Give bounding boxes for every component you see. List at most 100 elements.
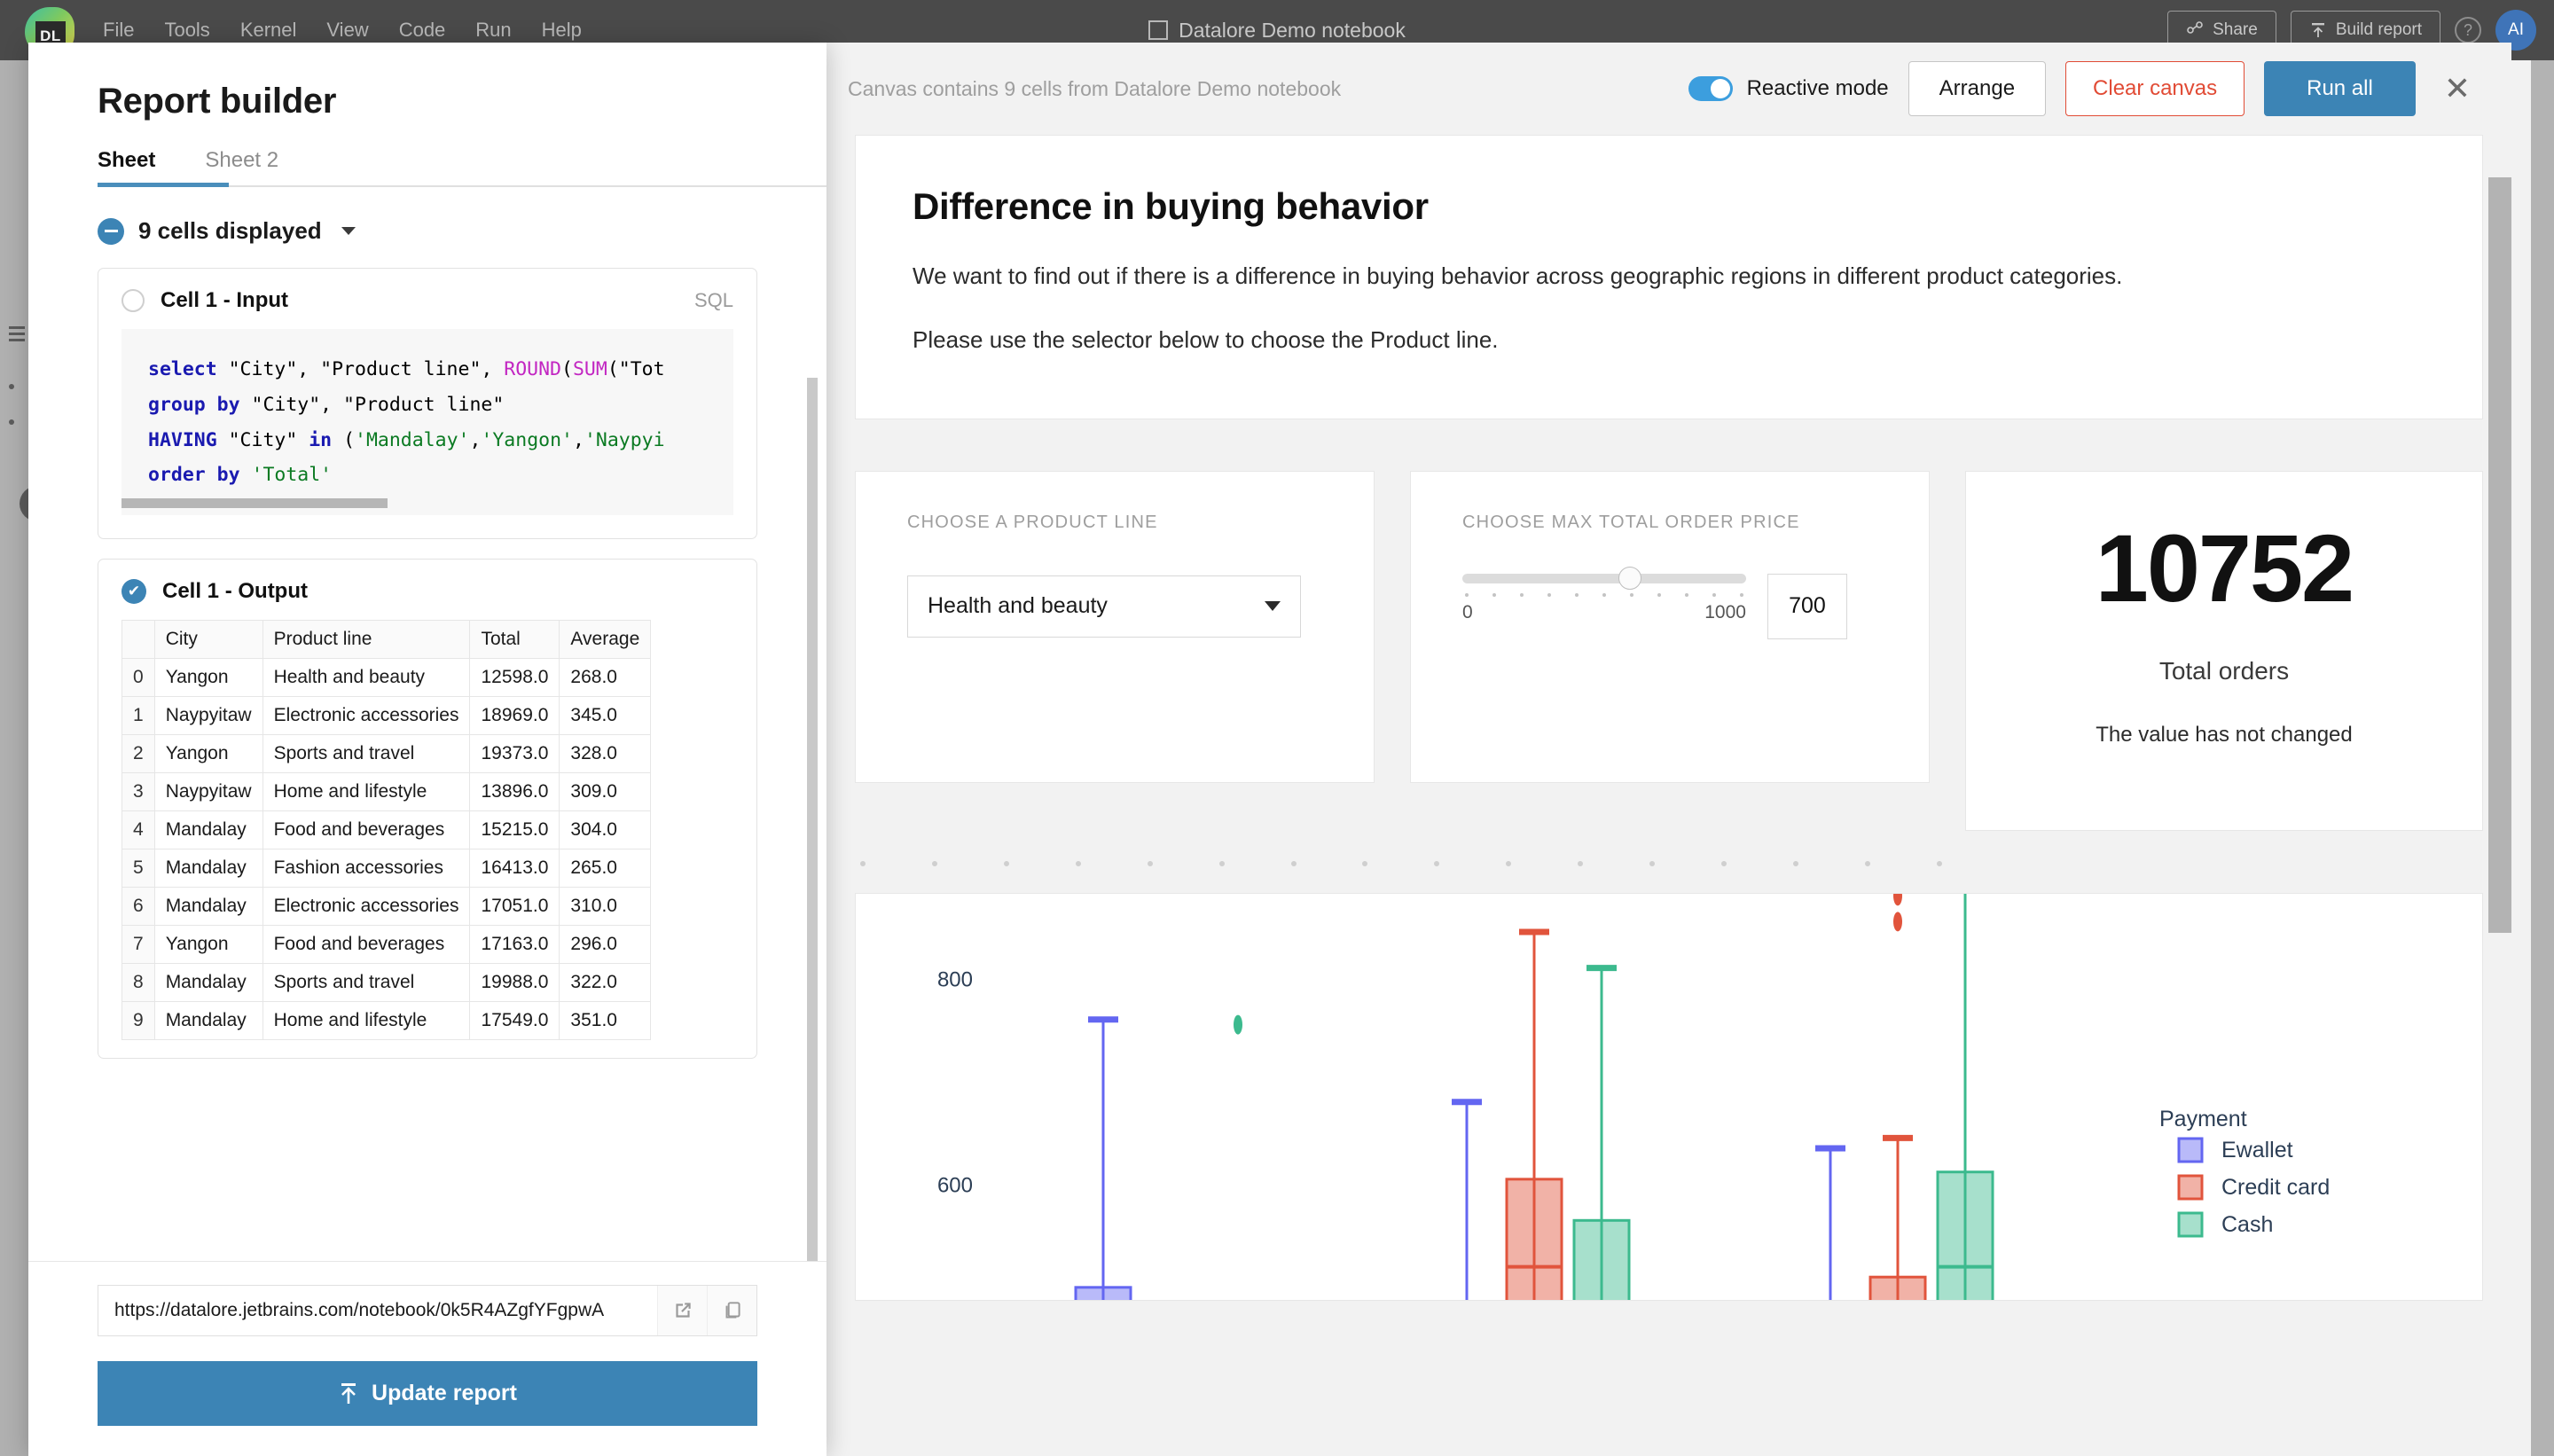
menu-burger-icon[interactable] <box>9 326 25 345</box>
table-cell: 19988.0 <box>470 964 560 1002</box>
chevron-down-icon[interactable] <box>341 227 356 235</box>
reactive-mode-toggle[interactable] <box>1688 76 1733 101</box>
table-cell: Mandalay <box>154 849 262 888</box>
cell-output-header: ✔ Cell 1 - Output <box>98 560 756 620</box>
close-icon[interactable]: ✕ <box>2435 69 2480 108</box>
markdown-paragraph-2: Please use the selector below to choose … <box>913 324 2425 356</box>
table-cell: 2 <box>122 735 155 773</box>
cell-card-output[interactable]: ✔ Cell 1 - Output CityProduct lineTotalA… <box>98 559 757 1059</box>
page-title: Difference in buying behavior <box>913 185 2425 228</box>
cell-card-input[interactable]: Cell 1 - Input SQL select "City", "Produ… <box>98 268 757 539</box>
table-cell: Naypyitaw <box>154 773 262 811</box>
cell-selected-check-icon[interactable]: ✔ <box>121 579 146 604</box>
boxplot-ewallet-naypyitaw <box>1439 894 1494 1301</box>
legend-title: Payment <box>2159 1107 2247 1131</box>
table-cell: 17549.0 <box>470 1002 560 1040</box>
table-cell: 304.0 <box>560 811 651 849</box>
max-price-slider[interactable] <box>1462 574 1746 583</box>
canvas-toolbar: Canvas contains 9 cells from Datalore De… <box>827 43 2511 135</box>
table-cell: Yangon <box>154 735 262 773</box>
box <box>1076 1288 1131 1301</box>
canvas-panel: Canvas contains 9 cells from Datalore De… <box>827 43 2511 1456</box>
table-row: 5MandalayFashion accessories16413.0265.0 <box>122 849 651 888</box>
code-line: order by 'Total' <box>148 458 707 493</box>
table-cell: 310.0 <box>560 888 651 926</box>
code-line: select "City", "Product line", ROUND(SUM… <box>148 352 707 387</box>
table-cell: 328.0 <box>560 735 651 773</box>
reactive-mode-label: Reactive mode <box>1747 76 1889 101</box>
help-icon[interactable]: ? <box>2455 17 2481 43</box>
table-cell: Sports and travel <box>262 964 470 1002</box>
legend-swatch <box>2179 1139 2202 1162</box>
table-row: 2YangonSports and travel19373.0328.0 <box>122 735 651 773</box>
max-price-number-input[interactable]: 700 <box>1767 574 1847 639</box>
table-cell: 17051.0 <box>470 888 560 926</box>
slider-ticks <box>1462 593 1746 597</box>
table-cell: 3 <box>122 773 155 811</box>
code-horizontal-scrollbar[interactable] <box>121 498 388 508</box>
canvas-scrollbar[interactable] <box>2488 177 2511 933</box>
table-cell: Home and lifestyle <box>262 1002 470 1040</box>
table-cell: 18969.0 <box>470 697 560 735</box>
y-axis-tick-label: 800 <box>937 967 973 991</box>
table-cell: Yangon <box>154 926 262 964</box>
run-all-button[interactable]: Run all <box>2264 61 2416 116</box>
report-builder-footer: Update report <box>28 1261 827 1456</box>
boxplot-cash-naypyitaw <box>1574 967 1629 1300</box>
total-orders-caption: Total orders <box>2002 657 2447 685</box>
copy-url-button[interactable] <box>707 1286 756 1335</box>
table-cell: 17163.0 <box>470 926 560 964</box>
box <box>1507 1179 1562 1301</box>
slider-max-label: 1000 <box>1704 602 1746 623</box>
table-cell: 345.0 <box>560 697 651 735</box>
product-line-widget: CHOOSE A PRODUCT LINE Health and beauty <box>855 471 1375 783</box>
widget-row: CHOOSE A PRODUCT LINE Health and beauty … <box>855 471 2483 831</box>
boxplot-credit-card-naypyitaw <box>1507 932 1562 1301</box>
table-cell: Mandalay <box>154 964 262 1002</box>
open-report-button[interactable] <box>657 1286 707 1335</box>
table-cell: 268.0 <box>560 659 651 697</box>
slider-range-labels: 0 1000 <box>1462 602 1746 623</box>
column-header: Average <box>560 621 651 659</box>
report-builder-scrollbar[interactable] <box>807 378 818 1261</box>
clear-canvas-button[interactable]: Clear canvas <box>2065 61 2245 116</box>
report-url-input[interactable] <box>98 1286 657 1335</box>
column-header: Total <box>470 621 560 659</box>
report-builder-header: Report builder Sheet Sheet 2 <box>28 43 827 187</box>
cell-language-badge: SQL <box>694 289 733 312</box>
table-row: 9MandalayHome and lifestyle17549.0351.0 <box>122 1002 651 1040</box>
legend-swatch <box>2179 1176 2202 1199</box>
window-scrollbar[interactable] <box>2531 60 2554 1456</box>
tab-sheet[interactable]: Sheet <box>98 148 155 187</box>
table-cell: 16413.0 <box>470 849 560 888</box>
slider-handle[interactable] <box>1618 567 1641 590</box>
total-orders-widget: 10752 Total orders The value has not cha… <box>1965 471 2483 831</box>
table-cell: 12598.0 <box>470 659 560 697</box>
table-cell: 7 <box>122 926 155 964</box>
total-orders-value: 10752 <box>2002 518 2447 618</box>
arrange-button[interactable]: Arrange <box>1908 61 2046 116</box>
legend-label: Credit card <box>2221 1175 2330 1200</box>
cells-displayed-row[interactable]: 9 cells displayed <box>28 187 827 245</box>
outlier-point <box>1893 912 1902 931</box>
tab-sheet-2[interactable]: Sheet 2 <box>205 148 278 187</box>
column-header: Product line <box>262 621 470 659</box>
product-line-select[interactable]: Health and beauty <box>907 575 1301 638</box>
table-cell: 15215.0 <box>470 811 560 849</box>
build-report-icon <box>2309 21 2327 39</box>
share-icon <box>2186 21 2204 39</box>
rail-bullet-icon-1[interactable] <box>9 384 14 389</box>
table-cell: Mandalay <box>154 811 262 849</box>
notebook-title[interactable]: Datalore Demo notebook <box>1179 19 1406 43</box>
max-price-slider-area: 0 1000 700 <box>1462 574 1877 639</box>
reactive-mode-toggle-group[interactable]: Reactive mode <box>1688 76 1889 101</box>
minus-icon[interactable] <box>98 218 124 245</box>
product-line-value: Health and beauty <box>928 593 1108 619</box>
update-report-button[interactable]: Update report <box>98 1361 757 1426</box>
total-orders-subtext: The value has not changed <box>2002 723 2447 748</box>
table-row: 6MandalayElectronic accessories17051.031… <box>122 888 651 926</box>
sql-code-block[interactable]: select "City", "Product line", ROUND(SUM… <box>121 329 733 515</box>
legend-swatch <box>2179 1213 2202 1236</box>
cell-select-radio[interactable] <box>121 289 145 312</box>
rail-bullet-icon-2[interactable] <box>9 419 14 425</box>
